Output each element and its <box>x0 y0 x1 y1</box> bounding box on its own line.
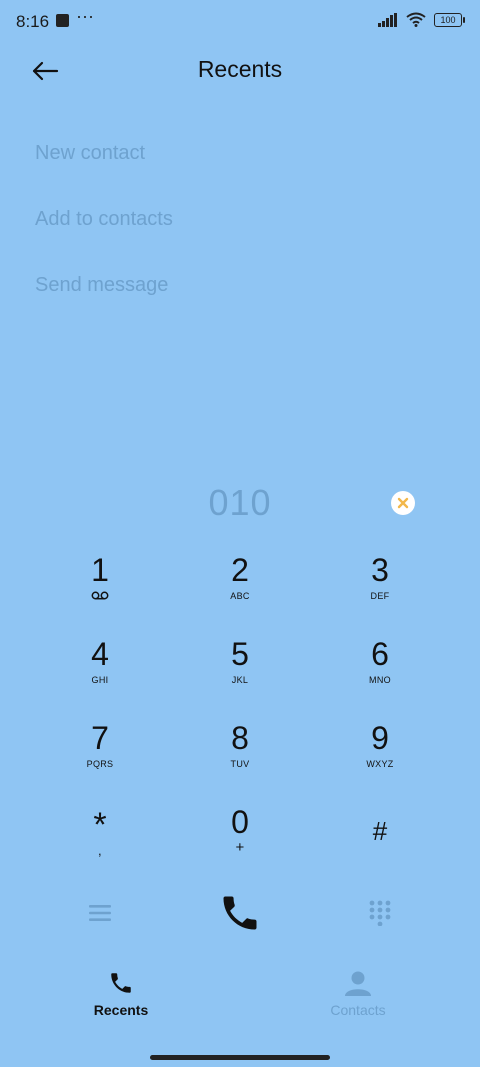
key-letters: GHI <box>91 675 109 685</box>
battery-icon: 100 <box>434 12 465 27</box>
key-digit: 9 <box>371 720 389 756</box>
key-letters: + <box>235 839 245 856</box>
key-digit: # <box>372 816 388 846</box>
key-letters: ABC <box>230 591 250 601</box>
clear-number-button[interactable] <box>391 491 415 515</box>
phone-icon <box>111 973 131 993</box>
tab-recents[interactable]: Recents <box>51 970 191 1018</box>
phone-icon <box>223 896 257 930</box>
key-6[interactable]: 6 MNO <box>310 629 450 713</box>
key-4[interactable]: 4 GHI <box>30 629 170 713</box>
key-1[interactable]: 1 <box>30 545 170 629</box>
key-letters: , <box>98 843 102 858</box>
call-button[interactable] <box>170 885 310 941</box>
add-to-contacts-action[interactable]: Add to contacts <box>35 208 173 231</box>
key-hash[interactable]: # <box>310 797 450 881</box>
voicemail-icon <box>91 591 109 600</box>
key-letters: JKL <box>231 675 249 685</box>
close-icon <box>397 497 409 509</box>
tab-recents-label: Recents <box>93 1002 149 1018</box>
call-actions-row <box>30 885 450 941</box>
tab-contacts-label: Contacts <box>330 1002 386 1018</box>
person-icon <box>345 971 371 996</box>
more-notifications-icon: ··· <box>76 6 94 26</box>
key-digit: 6 <box>371 636 389 672</box>
status-time: 8:16 <box>16 12 50 31</box>
keypad-toggle-button[interactable] <box>310 885 450 941</box>
home-indicator[interactable] <box>150 1055 330 1060</box>
key-9[interactable]: 9 WXYZ <box>310 713 450 797</box>
key-letters: WXYZ <box>366 759 394 769</box>
key-letters: MNO <box>369 675 391 685</box>
key-2[interactable]: 2 ABC <box>170 545 310 629</box>
key-0[interactable]: 0 + <box>170 797 310 881</box>
menu-button[interactable] <box>30 885 170 941</box>
key-letters: PQRS <box>86 759 114 769</box>
key-star[interactable]: * , <box>30 797 170 881</box>
key-letters: DEF <box>370 591 390 601</box>
send-message-action[interactable]: Send message <box>35 274 168 297</box>
key-3[interactable]: 3 DEF <box>310 545 450 629</box>
signal-icon <box>378 12 397 27</box>
dialpad-icon <box>369 900 391 926</box>
key-digit: 8 <box>231 720 249 756</box>
app-notification-icon <box>56 14 69 27</box>
status-bar: 8:16 ··· 100 <box>0 0 480 44</box>
key-digit: * <box>93 806 107 844</box>
key-letters: TUV <box>230 759 250 769</box>
key-digit: 7 <box>91 720 109 756</box>
key-8[interactable]: 8 TUV <box>170 713 310 797</box>
key-digit: 2 <box>231 552 249 588</box>
page-title: Recents <box>197 56 283 82</box>
new-contact-action[interactable]: New contact <box>35 142 145 165</box>
key-digit: 3 <box>371 552 389 588</box>
key-7[interactable]: 7 PQRS <box>30 713 170 797</box>
dial-keypad: 1 2 ABC 3 DEF 4 GHI 5 JKL 6 MNO 7 PQRS 8… <box>30 545 450 881</box>
key-5[interactable]: 5 JKL <box>170 629 310 713</box>
menu-icon <box>89 905 111 921</box>
tab-contacts[interactable]: Contacts <box>288 970 428 1018</box>
key-digit: 5 <box>231 636 249 672</box>
status-indicators: 100 <box>378 12 465 27</box>
bottom-navigation: Recents Contacts <box>0 970 480 1030</box>
wifi-icon <box>406 12 426 27</box>
key-digit: 0 <box>231 804 249 840</box>
key-digit: 1 <box>91 552 109 588</box>
key-digit: 4 <box>91 636 109 672</box>
